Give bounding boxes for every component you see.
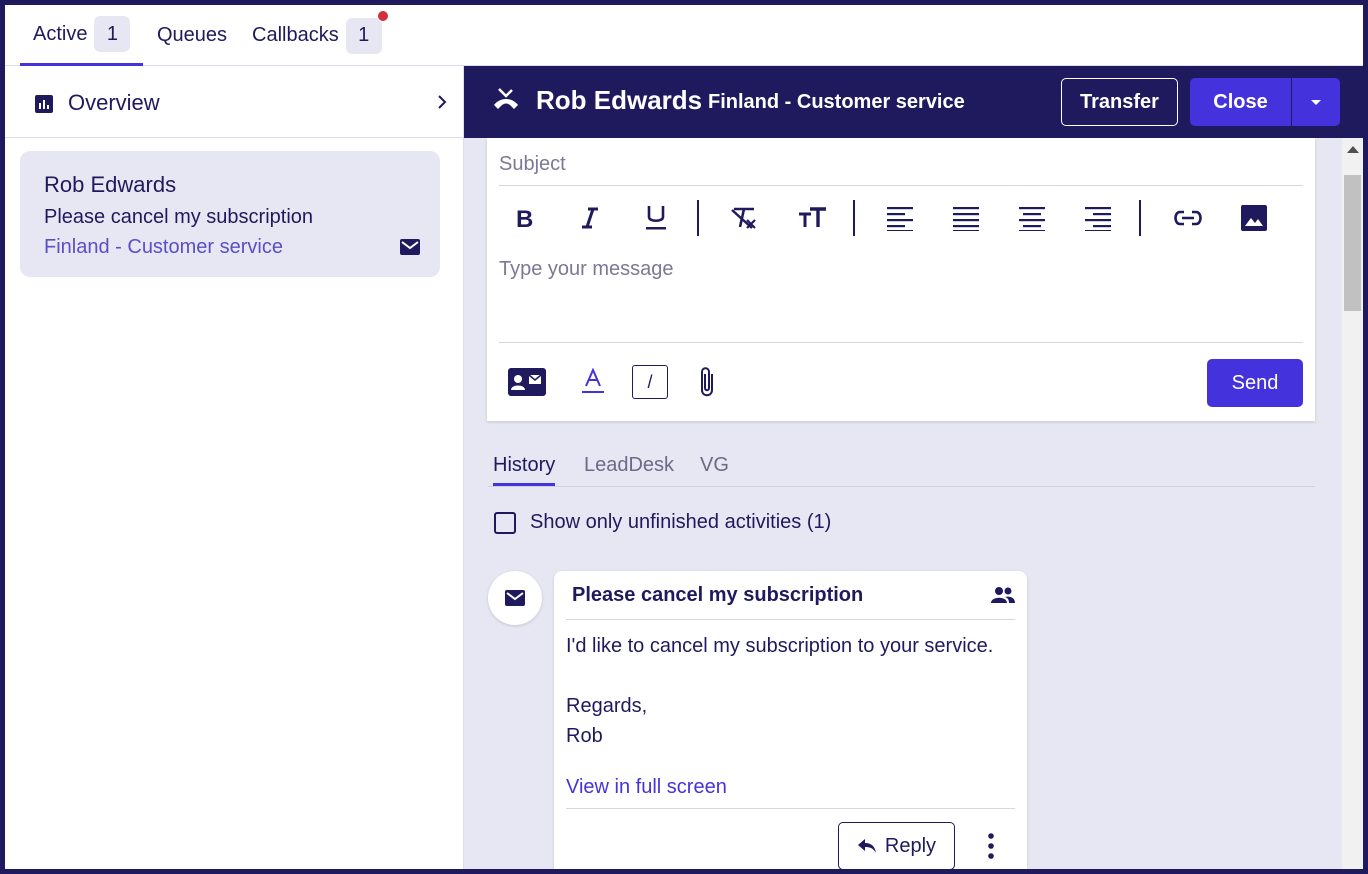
- top-tab-bar: Active 1 Queues Callbacks 1: [5, 5, 1363, 66]
- close-options-dropdown[interactable]: [1292, 78, 1340, 126]
- tab-queues[interactable]: Queues: [157, 5, 227, 66]
- message-composer: B: [487, 138, 1315, 421]
- text-color-button[interactable]: [579, 364, 607, 400]
- conversation-header: Rob Edwards Finland - Customer service T…: [464, 66, 1363, 138]
- conversation-queue: Finland - Customer service: [44, 236, 283, 258]
- unfinished-checkbox[interactable]: [494, 512, 516, 534]
- align-left-button[interactable]: [883, 200, 917, 236]
- mail-icon: [505, 590, 525, 606]
- text-color-icon: [582, 368, 604, 393]
- tab-queues-label: Queues: [157, 24, 228, 46]
- activity-body-line: I'd like to cancel my subscription to yo…: [566, 635, 994, 657]
- insert-image-button[interactable]: [1237, 200, 1271, 236]
- tab-vg[interactable]: VG: [700, 454, 729, 483]
- tab-callbacks-count: 1: [345, 17, 382, 54]
- reply-label: Reply: [884, 834, 937, 857]
- clear-format-button[interactable]: [727, 200, 761, 236]
- activity-card: Please cancel my subscription I'd like t…: [554, 571, 1027, 869]
- view-full-screen-link[interactable]: View in full screen: [566, 776, 727, 799]
- tab-leaddesk[interactable]: LeadDesk: [584, 454, 674, 483]
- history-tab-bar: History LeadDesk VG: [488, 448, 1315, 487]
- justify-button[interactable]: [949, 200, 983, 236]
- align-left-icon: [887, 207, 913, 231]
- attachment-button[interactable]: [693, 364, 721, 400]
- caret-down-icon: [1311, 100, 1321, 105]
- transfer-button[interactable]: Transfer: [1061, 78, 1178, 126]
- text-size-button[interactable]: [795, 200, 829, 236]
- text-size-icon: [799, 207, 826, 227]
- chevron-right-icon: [438, 95, 447, 109]
- bold-icon: B: [516, 206, 533, 230]
- align-right-icon: [1085, 207, 1111, 231]
- clear-format-icon: [731, 207, 756, 229]
- toolbar-divider: [697, 200, 699, 236]
- tab-active[interactable]: Active 1: [20, 5, 144, 66]
- conversation-subject: Please cancel my subscription: [44, 206, 314, 228]
- conversation-card[interactable]: Rob Edwards Please cancel my subscriptio…: [20, 151, 440, 277]
- app-frame: Active 1 Queues Callbacks 1 Overview Rob…: [5, 5, 1363, 869]
- align-right-button[interactable]: [1081, 200, 1115, 236]
- scrollbar[interactable]: [1342, 138, 1363, 869]
- tab-active-count: 1: [94, 16, 131, 52]
- toolbar-divider: [1139, 200, 1141, 236]
- call-end-icon: [494, 88, 518, 109]
- tab-active-label: Active: [33, 22, 88, 45]
- svg-text:B: B: [516, 206, 533, 230]
- activity-body-line: Regards,: [566, 695, 648, 717]
- divider: [566, 619, 1015, 620]
- toolbar-divider: [853, 200, 855, 236]
- italic-button[interactable]: [573, 200, 607, 236]
- contact-card-icon: [508, 368, 546, 396]
- tab-callbacks-label: Callbacks: [252, 24, 339, 46]
- message-input[interactable]: [499, 258, 1303, 343]
- underline-icon: [646, 206, 666, 230]
- align-center-icon: [1019, 207, 1045, 231]
- mail-icon: [400, 239, 420, 255]
- slash-command-label: /: [632, 365, 668, 399]
- activity-body-line: Rob: [566, 725, 603, 747]
- link-icon: [1174, 210, 1202, 226]
- align-center-button[interactable]: [1015, 200, 1049, 236]
- more-vertical-icon: [988, 833, 994, 859]
- contact-card-button[interactable]: [507, 364, 547, 400]
- reply-icon: [857, 839, 876, 853]
- close-button[interactable]: Close: [1190, 78, 1291, 126]
- people-icon: [991, 587, 1015, 603]
- subject-input[interactable]: [499, 138, 1303, 186]
- slash-command-button[interactable]: /: [631, 364, 669, 400]
- contact-name: Rob Edwards: [536, 85, 703, 115]
- bar-chart-icon: [35, 95, 53, 113]
- image-icon: [1241, 205, 1267, 231]
- contact-queue: Finland - Customer service: [708, 91, 965, 113]
- scroll-up-arrow[interactable]: [1347, 146, 1359, 153]
- more-options-button[interactable]: [979, 829, 1003, 863]
- tab-callbacks[interactable]: Callbacks 1: [252, 5, 382, 66]
- sidebar: Overview Rob Edwards Please cancel my su…: [5, 66, 464, 869]
- link-button[interactable]: [1171, 200, 1205, 236]
- conversation-name: Rob Edwards: [44, 172, 177, 197]
- scroll-thumb[interactable]: [1344, 175, 1361, 311]
- justify-icon: [953, 207, 979, 231]
- unfinished-label: Show only unfinished activities (1): [530, 511, 832, 533]
- italic-icon: [582, 207, 598, 229]
- overview-link[interactable]: Overview: [5, 66, 464, 138]
- underline-button[interactable]: [639, 200, 673, 236]
- notification-dot: [377, 10, 389, 22]
- attachment-icon: [701, 367, 713, 397]
- activity-title: Please cancel my subscription: [572, 584, 864, 606]
- overview-label: Overview: [68, 90, 160, 115]
- tab-history[interactable]: History: [493, 454, 556, 486]
- divider: [566, 808, 1015, 809]
- conversation-main: B: [464, 138, 1342, 869]
- reply-button[interactable]: Reply: [838, 822, 955, 869]
- bold-button[interactable]: B: [507, 200, 541, 236]
- activity-type-badge: [488, 571, 542, 625]
- send-button[interactable]: Send: [1207, 359, 1303, 407]
